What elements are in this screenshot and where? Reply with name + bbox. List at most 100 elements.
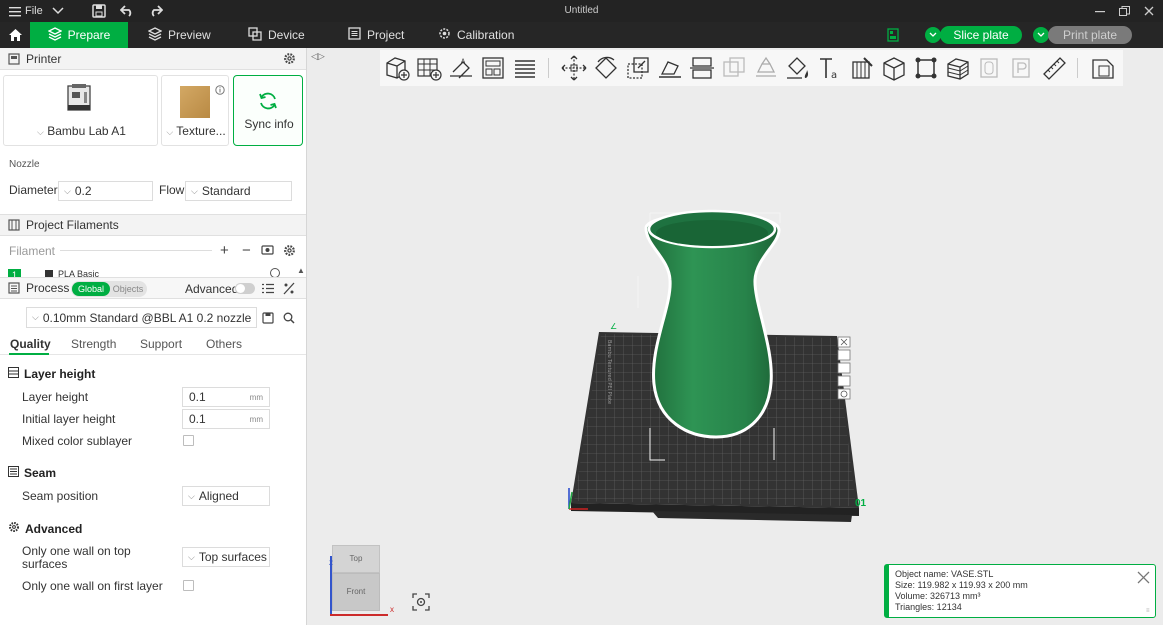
subtab-strength[interactable]: Strength: [71, 337, 116, 351]
printer-name: Bambu Lab A1: [47, 124, 126, 138]
seam-group-title: Seam: [24, 466, 57, 480]
tab-prepare[interactable]: Prepare: [30, 22, 128, 48]
compare-icon[interactable]: [283, 282, 295, 298]
view-cube-top-face[interactable]: Top: [332, 545, 380, 573]
close-window-icon[interactable]: [1144, 0, 1154, 22]
process-section-title: Process: [26, 281, 70, 295]
undo-icon[interactable]: [120, 0, 134, 22]
chevron-down-icon: ⌵: [191, 185, 198, 196]
redo-icon[interactable]: [149, 0, 163, 22]
project-icon: [348, 27, 361, 43]
printer-icon: [8, 52, 20, 65]
process-icon: [8, 282, 20, 294]
filament-settings-gear-icon[interactable]: [283, 244, 296, 260]
printer-section-title: Printer: [26, 51, 62, 66]
layer-height-input[interactable]: 0.1 mm: [182, 387, 270, 407]
initial-layer-height-input[interactable]: 0.1 mm: [182, 409, 270, 429]
process-preset-select[interactable]: ⌵ 0.10mm Standard @BBL A1 0.2 nozzle: [26, 307, 257, 328]
flow-select[interactable]: ⌵ Standard: [185, 181, 292, 201]
divider: [60, 250, 212, 251]
prepare-icon: [47, 26, 63, 44]
advanced-group-header: Advanced: [8, 521, 82, 536]
slice-plate-button[interactable]: Slice plate: [940, 26, 1022, 44]
chevron-down-icon[interactable]: [52, 0, 64, 22]
save-preset-icon[interactable]: [262, 312, 274, 327]
plate-settings-icon[interactable]: [887, 28, 899, 47]
tab-preview[interactable]: Preview: [138, 22, 221, 48]
diameter-select[interactable]: ⌵ 0.2: [58, 181, 153, 201]
scroll-up-icon[interactable]: ▲: [297, 266, 305, 275]
layer-height-value: 0.1: [189, 390, 206, 404]
one-wall-first-layer-label: Only one wall on first layer: [22, 579, 163, 593]
one-wall-top-select[interactable]: ⌵ Top surfaces: [182, 547, 270, 567]
tab-project[interactable]: Project: [338, 22, 414, 48]
printer-card[interactable]: ⌵ Bambu Lab A1: [3, 75, 158, 146]
plate-type-card[interactable]: ⌵ Texture...: [161, 75, 229, 146]
zoom-to-fit-icon[interactable]: [412, 593, 430, 616]
left-panel: Printer ⌵ Bambu Lab A1 ⌵ Texture... Sync…: [0, 48, 307, 625]
build-plate-scene: Bambu Textured PEI Plate ∠: [568, 209, 859, 522]
plate-side-icons[interactable]: [837, 336, 851, 400]
list-view-icon[interactable]: [262, 283, 274, 297]
file-menu[interactable]: File: [9, 0, 43, 22]
file-menu-label: File: [25, 5, 43, 17]
seam-position-label: Seam position: [22, 489, 99, 503]
gear-icon[interactable]: [283, 52, 296, 68]
filament-label: Filament: [9, 244, 56, 258]
nozzle-label: Nozzle: [9, 159, 40, 170]
plate-number[interactable]: 01: [855, 498, 866, 509]
save-icon[interactable]: [92, 0, 106, 22]
flow-value: Standard: [201, 184, 251, 198]
one-wall-top-value: Top surfaces: [198, 550, 267, 564]
layer-height-group-title: Layer height: [24, 367, 96, 381]
slice-plate-label: Slice plate: [953, 28, 1009, 42]
diameter-value: 0.2: [74, 184, 92, 198]
vase-model[interactable]: [644, 209, 781, 439]
tab-device[interactable]: Device: [238, 22, 315, 48]
info-icon[interactable]: [215, 84, 225, 98]
view-cube[interactable]: Top Front: [332, 545, 380, 611]
object-info-panel: Object name: VASE.STL Size: 119.982 x 11…: [884, 564, 1156, 618]
subtab-others[interactable]: Others: [206, 337, 242, 351]
subtab-quality[interactable]: Quality: [10, 337, 51, 351]
layer-height-group-header: Layer height: [8, 367, 95, 381]
mixed-color-sublayer-checkbox[interactable]: [183, 435, 194, 446]
filament-sync-icon[interactable]: [261, 244, 274, 259]
close-icon[interactable]: [1137, 571, 1150, 587]
global-objects-toggle[interactable]: Global Objects: [71, 281, 147, 297]
global-toggle-option[interactable]: Global: [72, 282, 110, 296]
chevron-down-icon: ⌵: [166, 127, 174, 137]
seam-position-select[interactable]: ⌵ Aligned: [182, 486, 270, 506]
3d-viewport[interactable]: ◁▷ A a Bambu Textured PEI Plate ∠ 01 Top…: [308, 48, 1163, 625]
chevron-down-icon: ⌵: [32, 312, 39, 322]
initial-layer-height-label: Initial layer height: [22, 412, 116, 426]
restore-icon[interactable]: [1119, 0, 1130, 22]
sync-info-button[interactable]: Sync info: [233, 75, 303, 146]
main-tab-bar: Prepare Preview Device Project Calibrati…: [0, 22, 1163, 48]
filament-spool-icon: [8, 219, 20, 231]
layer-height-unit: mm: [249, 393, 263, 402]
view-cube-front-face[interactable]: Front: [332, 573, 380, 611]
diameter-label: Diameter: [9, 183, 58, 197]
one-wall-first-layer-checkbox[interactable]: [183, 580, 194, 591]
x-axis-label: x: [390, 605, 394, 614]
filaments-section-title: Project Filaments: [26, 218, 119, 232]
tab-label: Project: [367, 28, 405, 42]
print-plate-label: Print plate: [1062, 28, 1118, 42]
print-plate-button[interactable]: Print plate: [1048, 26, 1132, 44]
process-subtabs: Quality Strength Support Others: [0, 333, 306, 355]
mixed-color-sublayer-label: Mixed color sublayer: [22, 434, 133, 448]
slice-dropdown-chevron-icon[interactable]: [925, 27, 941, 43]
objects-toggle-option[interactable]: Objects: [111, 282, 145, 296]
advanced-switch[interactable]: [235, 283, 255, 294]
minimize-icon[interactable]: [1095, 0, 1105, 22]
add-filament-icon[interactable]: +: [220, 242, 229, 259]
home-icon[interactable]: [0, 22, 30, 48]
subtab-support[interactable]: Support: [140, 337, 182, 351]
remove-filament-icon[interactable]: −: [242, 242, 251, 259]
search-icon[interactable]: [283, 312, 295, 327]
process-preset-value: 0.10mm Standard @BBL A1 0.2 nozzle: [42, 310, 252, 325]
x-axis-line: [330, 614, 388, 616]
print-dropdown-chevron-icon[interactable]: [1033, 27, 1049, 43]
tab-calibration[interactable]: Calibration: [428, 22, 524, 48]
